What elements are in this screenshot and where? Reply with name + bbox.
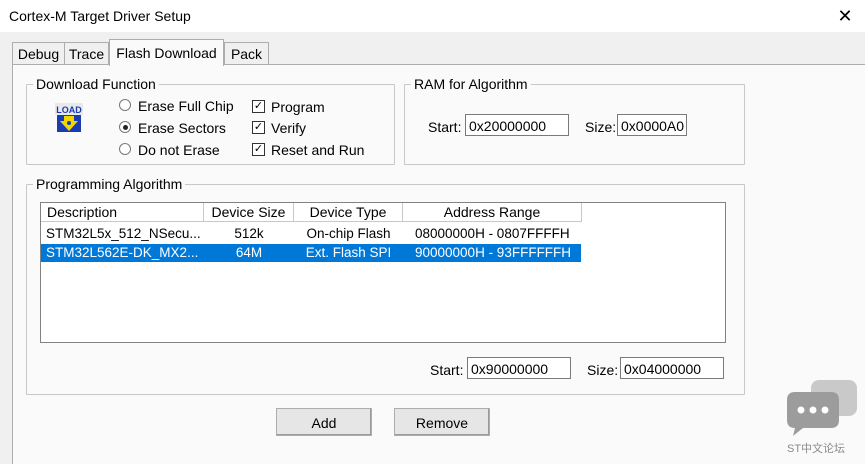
program-label[interactable]: Program: [271, 98, 325, 116]
algorithm-size-input[interactable]: 0x04000000: [620, 357, 724, 379]
algorithm-list[interactable]: Description Device Size Device Type Addr…: [40, 202, 726, 343]
row-device-size: 64M: [235, 245, 263, 260]
ram-start-label: Start:: [428, 119, 462, 135]
tab-flash-download[interactable]: Flash Download: [109, 39, 224, 66]
load-icon-text: LOAD: [56, 105, 82, 115]
ram-start-input[interactable]: 0x20000000: [465, 114, 569, 136]
algorithm-start-input[interactable]: 0x90000000: [467, 357, 571, 379]
tab-trace[interactable]: Trace: [64, 42, 109, 65]
ram-size-label: Size:: [585, 119, 617, 135]
reset-and-run-label[interactable]: Reset and Run: [271, 141, 364, 159]
row-device-type: On-chip Flash: [306, 226, 391, 241]
title-bar: Cortex-M Target Driver Setup ✕: [0, 0, 865, 32]
add-button[interactable]: Add: [276, 408, 372, 436]
row-device-type: Ext. Flash SPI: [305, 245, 392, 260]
column-header-device-size[interactable]: Device Size: [204, 203, 294, 222]
tab-pack[interactable]: Pack: [224, 42, 269, 65]
row-description: STM32L562E-DK_MX2...: [46, 245, 199, 260]
download-function-title: Download Function: [33, 75, 159, 93]
program-checkbox[interactable]: ✓: [252, 100, 265, 113]
erase-full-chip-radio[interactable]: [119, 99, 131, 111]
algorithm-start-label: Start:: [430, 362, 464, 378]
verify-label[interactable]: Verify: [271, 119, 306, 137]
chat-bubble-icon: [787, 380, 857, 436]
row-address-range: 08000000H - 0807FFFFH: [415, 226, 570, 241]
watermark-text: ST中文论坛: [787, 443, 846, 455]
column-header-address-range[interactable]: Address Range: [403, 203, 582, 222]
load-icon: LOAD: [55, 103, 83, 132]
ram-size-input[interactable]: 0x0000A0: [617, 114, 687, 136]
window-title: Cortex-M Target Driver Setup: [9, 8, 191, 24]
verify-checkbox[interactable]: ✓: [252, 121, 265, 134]
algorithm-size-label: Size:: [587, 362, 619, 378]
row-device-size: 512k: [234, 226, 264, 241]
reset-and-run-checkbox[interactable]: ✓: [252, 143, 265, 156]
erase-sectors-radio[interactable]: [119, 121, 131, 133]
do-not-erase-label[interactable]: Do not Erase: [138, 141, 220, 159]
row-address-range: 90000000H - 93FFFFFFH: [415, 245, 572, 260]
close-icon[interactable]: ✕: [832, 4, 858, 28]
erase-sectors-label[interactable]: Erase Sectors: [138, 119, 226, 137]
table-row[interactable]: STM32L5x_512_NSecu... 512k On-chip Flash…: [41, 225, 581, 243]
column-header-device-type[interactable]: Device Type: [294, 203, 403, 222]
row-description: STM32L5x_512_NSecu...: [46, 226, 201, 241]
erase-full-chip-label[interactable]: Erase Full Chip: [138, 97, 234, 115]
do-not-erase-radio[interactable]: [119, 143, 131, 155]
tab-debug[interactable]: Debug: [12, 42, 65, 65]
programming-algorithm-title: Programming Algorithm: [33, 175, 186, 193]
ram-for-algorithm-title: RAM for Algorithm: [411, 75, 531, 93]
table-row-selected[interactable]: STM32L562E-DK_MX2... 64M Ext. Flash SPI …: [41, 244, 581, 262]
column-header-description[interactable]: Description: [41, 203, 204, 222]
remove-button[interactable]: Remove: [394, 408, 490, 436]
